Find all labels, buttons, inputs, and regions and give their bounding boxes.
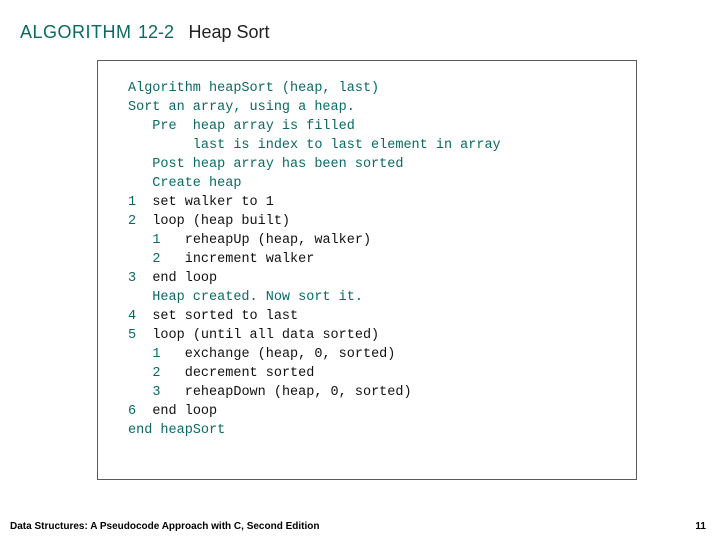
- code-line: reheapDown (heap, 0, sorted): [185, 385, 412, 400]
- code-line: reheapUp (heap, walker): [185, 233, 371, 248]
- code-line: decrement sorted: [185, 366, 315, 381]
- page-number: 11: [695, 521, 706, 532]
- code-end: end heapSort: [128, 423, 225, 438]
- code-step-num: 4: [128, 309, 136, 324]
- code-pre-1: Pre heap array is filled: [128, 119, 355, 134]
- algorithm-label: ALGORITHM: [20, 22, 132, 42]
- code-post: Post heap array has been sorted: [128, 157, 403, 172]
- algorithm-title: Heap Sort: [188, 22, 269, 42]
- code-box: Algorithm heapSort (heap, last) Sort an …: [97, 60, 637, 480]
- slide: ALGORITHM 12-2 Heap Sort Algorithm heapS…: [0, 0, 720, 540]
- footer-citation: Data Structures: A Pseudocode Approach w…: [10, 521, 319, 532]
- code-line: loop (heap built): [152, 214, 290, 229]
- code-step-num: 6: [128, 404, 136, 419]
- code-line: set sorted to last: [152, 309, 298, 324]
- code-substep-num: 3: [152, 385, 160, 400]
- code-line: set walker to 1: [152, 195, 274, 210]
- code-pre-2: last is index to last element in array: [128, 138, 501, 153]
- code-comment-create-heap: Create heap: [128, 176, 241, 191]
- code-line: end loop: [152, 404, 217, 419]
- code-step-num: 5: [128, 328, 136, 343]
- code-substep-num: 2: [152, 366, 160, 381]
- code-description: Sort an array, using a heap.: [128, 100, 355, 115]
- code-listing: Algorithm heapSort (heap, last) Sort an …: [128, 79, 626, 440]
- code-step-num: 1: [128, 195, 136, 210]
- code-substep-num: 1: [152, 233, 160, 248]
- code-substep-num: 2: [152, 252, 160, 267]
- algorithm-header: ALGORITHM 12-2 Heap Sort: [0, 0, 720, 53]
- code-step-num: 3: [128, 271, 136, 286]
- code-inner: Algorithm heapSort (heap, last) Sort an …: [98, 61, 636, 450]
- code-step-num: 2: [128, 214, 136, 229]
- code-comment-heap-created: Heap created. Now sort it.: [128, 290, 363, 305]
- code-line: end loop: [152, 271, 217, 286]
- code-signature: Algorithm heapSort (heap, last): [128, 81, 379, 96]
- code-line: exchange (heap, 0, sorted): [185, 347, 396, 362]
- code-line: loop (until all data sorted): [152, 328, 379, 343]
- algorithm-number: 12-2: [138, 22, 174, 42]
- code-line: increment walker: [185, 252, 315, 267]
- code-substep-num: 1: [152, 347, 160, 362]
